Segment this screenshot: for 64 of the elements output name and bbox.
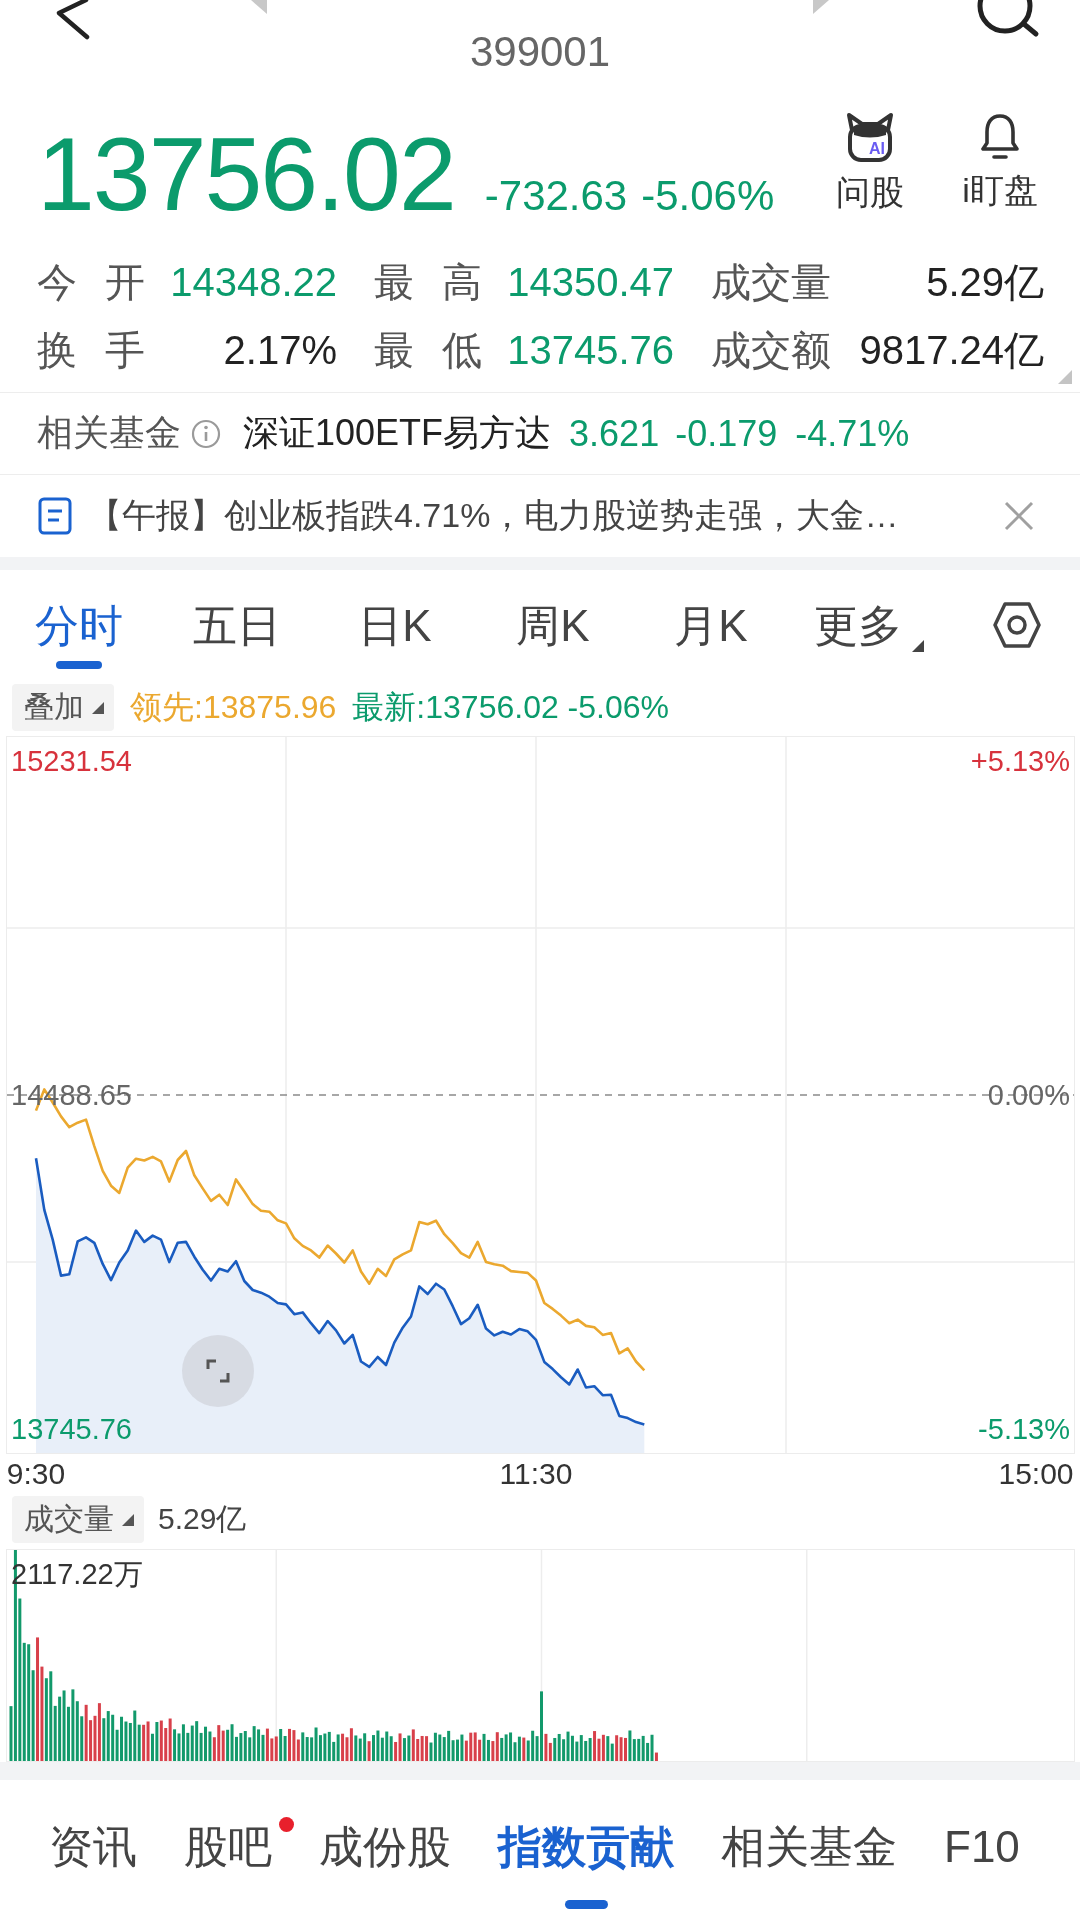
axis-value-label: 13745.76 [11,1413,132,1445]
stat-value: 14348.22 [169,259,337,305]
corner-triangle-icon[interactable] [1058,370,1072,384]
stat-value: 14350.47 [506,259,674,305]
caret-icon [122,1513,134,1526]
axis-value-label: 15231.54 [11,745,132,777]
section-tab[interactable]: 指数贡献 [498,1819,674,1909]
settings-icon[interactable] [993,602,1041,648]
ai-text: AI [869,141,885,157]
time-axis-label: 9:30 [6,1456,66,1492]
stat-value: 2.17% [222,327,337,373]
percent-change-text: -5.06% [641,172,775,220]
chart-period-tab[interactable]: 月K [674,600,748,669]
close-icon[interactable] [1004,501,1034,531]
fund-section-label: 相关基金 [37,411,181,455]
section-tab[interactable]: 相关基金 [721,1819,897,1909]
price-change-text: -732.63 [484,172,628,220]
index-code-text: 399001 [469,28,611,76]
axis-percent-label: -5.13% [978,1413,1070,1445]
stat-label: 今 开 [37,258,145,306]
axis-percent-label: 0.00% [987,1079,1070,1111]
cat-head-icon [844,112,896,164]
back-icon[interactable] [56,0,90,40]
chart-period-tab[interactable]: 分时 [35,600,123,669]
next-triangle-icon[interactable] [813,0,829,14]
time-axis-label: 11:30 [499,1456,573,1492]
chart-period-tab[interactable]: 周K [516,600,590,669]
section-tab[interactable]: 资讯 [49,1819,137,1909]
fund-change-text: -0.179 [675,412,778,455]
section-tab[interactable]: 成份股 [319,1819,451,1909]
chart-period-tab[interactable]: 五日 [193,600,281,669]
legend-value-text: 最新:13756.02 -5.06% [352,687,669,727]
time-axis-label: 15:00 [998,1456,1074,1492]
section-tab[interactable]: F10 [944,1819,1020,1909]
ai-assistant-button[interactable]: AI 问股 [820,112,920,212]
alert-button[interactable]: i盯盘 [950,112,1050,212]
chart-period-tab[interactable]: 日K [358,600,432,669]
stat-label: 成交量 [711,258,831,306]
volume-total-text: 5.29亿 [158,1501,247,1537]
overlay-dropdown-button[interactable]: 叠加 [12,684,114,731]
info-icon[interactable] [191,418,221,449]
stat-label: 成交额 [711,326,831,374]
section-tab[interactable]: 股吧 [184,1819,272,1909]
caret-icon [92,701,104,714]
stat-value: 9817.24亿 [858,326,1044,374]
chart-period-tab[interactable]: 更多 [814,600,924,669]
stat-value: 13745.76 [506,327,674,373]
news-headline-text[interactable]: 【午报】创业板指跌4.71%，电力股逆势走强，大金… [88,493,899,539]
caret-icon [912,640,924,652]
fund-percent-text: -4.71% [795,412,910,455]
fund-name-text[interactable]: 深证100ETF易方达 [243,409,552,458]
stat-label: 最 高 [374,258,482,306]
stat-value: 5.29亿 [925,258,1044,306]
bell-icon [980,112,1020,162]
document-icon [38,497,72,535]
index-price-text: 13756.02 [37,122,455,226]
search-icon[interactable] [976,0,1040,38]
indicator-dropdown-button[interactable]: 成交量 [12,1496,144,1543]
stat-label: 最 低 [374,326,482,374]
legend-value-text: 领先:13875.96 [130,687,337,727]
previous-triangle-icon[interactable] [251,0,267,14]
stat-label: 换 手 [37,326,145,374]
fund-price-text: 3.621 [569,412,660,455]
axis-percent-label: +5.13% [970,745,1070,777]
